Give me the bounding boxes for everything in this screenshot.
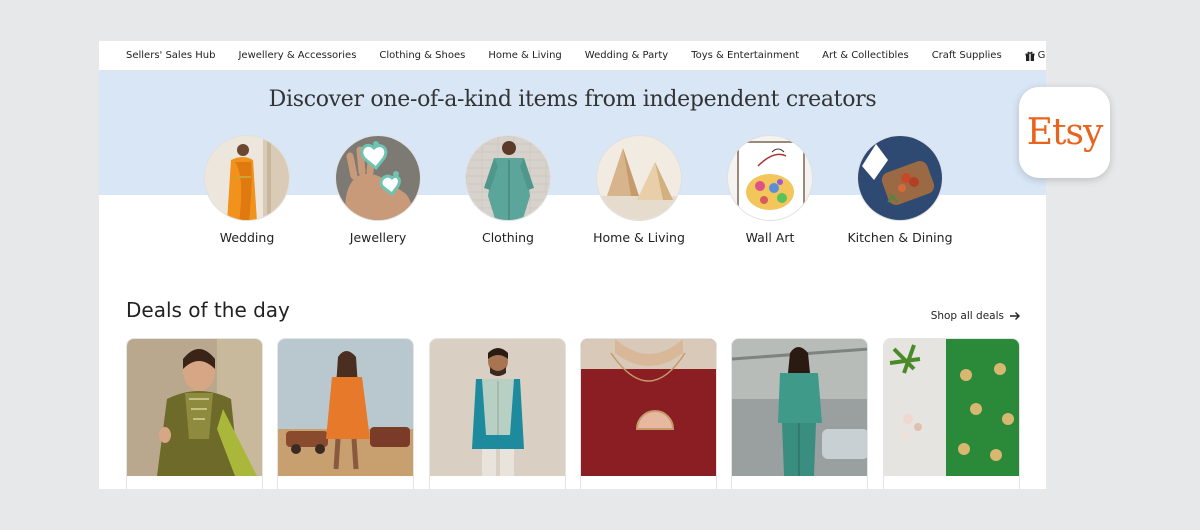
category-clothing-image	[465, 135, 551, 221]
category-home-living-label: Home & Living	[593, 230, 685, 245]
nav-item-jewellery-accessories[interactable]: Jewellery & Accessories	[238, 50, 356, 61]
category-jewellery-label: Jewellery	[349, 230, 407, 245]
deal-card-image	[581, 339, 716, 476]
shop-all-deals-link[interactable]: Shop all deals	[931, 310, 1021, 322]
deal-card[interactable]	[580, 338, 717, 489]
category-wedding-image	[204, 135, 290, 221]
deal-card-image	[127, 339, 262, 476]
deal-card[interactable]	[126, 338, 263, 489]
category-nav: Sellers' Sales Hub Jewellery & Accessori…	[99, 41, 1046, 71]
nav-item-home-living[interactable]: Home & Living	[488, 50, 561, 61]
nav-item-gifts[interactable]: Gifts	[1025, 50, 1046, 61]
nav-item-art-collectibles[interactable]: Art & Collectibles	[822, 50, 909, 61]
category-wedding[interactable]: Wedding	[192, 135, 302, 245]
nav-item-clothing-shoes[interactable]: Clothing & Shoes	[379, 50, 465, 61]
nav-item-sellers-sales-hub[interactable]: Sellers' Sales Hub	[126, 50, 215, 61]
category-kitchen-dining-label: Kitchen & Dining	[847, 230, 953, 245]
deals-title: Deals of the day	[126, 298, 290, 322]
deal-card-image	[430, 339, 565, 476]
category-home-living[interactable]: Home & Living	[584, 135, 694, 245]
nav-item-toys-entertainment[interactable]: Toys & Entertainment	[691, 50, 799, 61]
etsy-logo-badge: Etsy	[1019, 87, 1110, 178]
category-clothing-label: Clothing	[481, 230, 534, 245]
category-jewellery[interactable]: Jewellery	[323, 135, 433, 245]
deal-card-image	[278, 339, 413, 476]
category-circles: Wedding Jewellery Clothing Home & Living…	[99, 135, 1046, 265]
category-wall-art[interactable]: Wall Art	[715, 135, 825, 245]
deal-card[interactable]	[731, 338, 868, 489]
deals-header: Deals of the day Shop all deals	[126, 298, 1021, 324]
etsy-logo-text: Etsy	[1026, 112, 1104, 153]
deals-cards	[126, 338, 1026, 489]
arrow-right-icon	[1010, 312, 1020, 320]
gift-icon	[1025, 51, 1035, 61]
deal-card-image	[884, 339, 1019, 476]
category-wall-art-label: Wall Art	[745, 230, 795, 245]
nav-item-craft-supplies[interactable]: Craft Supplies	[932, 50, 1002, 61]
category-clothing[interactable]: Clothing	[453, 135, 563, 245]
deal-card[interactable]	[429, 338, 566, 489]
category-home-living-image	[596, 135, 682, 221]
deal-card-image	[732, 339, 867, 476]
deal-card[interactable]	[883, 338, 1020, 489]
etsy-homepage: Sellers' Sales Hub Jewellery & Accessori…	[99, 41, 1046, 489]
category-kitchen-dining[interactable]: Kitchen & Dining	[845, 135, 955, 245]
category-jewellery-image	[335, 135, 421, 221]
category-kitchen-dining-image	[857, 135, 943, 221]
category-wall-art-image	[727, 135, 813, 221]
category-wedding-label: Wedding	[219, 230, 275, 245]
hero-title: Discover one-of-a-kind items from indepe…	[268, 87, 877, 112]
shop-all-deals-label: Shop all deals	[930, 310, 1004, 322]
nav-item-gifts-label: Gifts	[1037, 50, 1046, 61]
nav-item-wedding-party[interactable]: Wedding & Party	[585, 50, 668, 61]
deal-card[interactable]	[277, 338, 414, 489]
